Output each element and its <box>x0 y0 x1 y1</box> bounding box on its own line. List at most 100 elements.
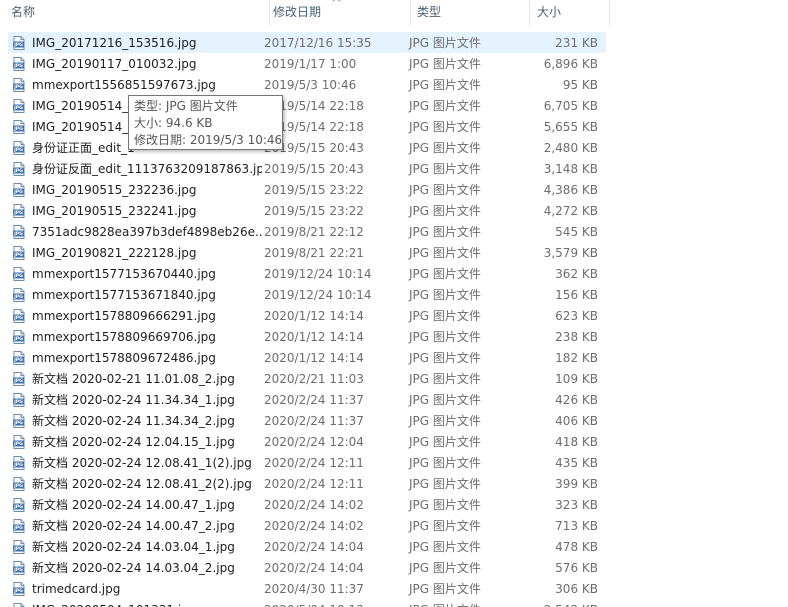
file-size: 306 KB <box>555 581 598 596</box>
file-type: JPG 图片文件 <box>409 435 481 449</box>
jpg-file-icon: JPG <box>13 77 25 92</box>
jpg-file-icon: JPG <box>13 413 25 428</box>
svg-text:JPG: JPG <box>13 42 23 48</box>
jpg-file-icon: JPG <box>13 560 25 575</box>
file-date: 2019/12/24 10:14 <box>264 266 372 281</box>
file-name-cell: JPG 新文档 2020-02-24 14.03.04_1.jpg <box>0 538 262 555</box>
file-name: 新文档 2020-02-24 14.03.04_2.jpg <box>32 561 235 575</box>
file-row[interactable]: JPG 新文档 2020-02-24 12.04.15_1.jpg 2020/2… <box>0 431 610 452</box>
file-date: 2019/5/14 22:18 <box>264 98 364 113</box>
file-row[interactable]: JPG IMG_20190821_222128.jpg 2019/8/21 22… <box>0 242 610 263</box>
file-row[interactable]: JPG 身份证反面_edit_1113763209187863.jpg 2019… <box>0 158 610 179</box>
file-name: 新文档 2020-02-24 14.00.47_2.jpg <box>32 519 235 533</box>
file-row[interactable]: JPG mmexport1578809672486.jpg 2020/1/12 … <box>0 347 610 368</box>
file-date: 2019/5/3 10:46 <box>264 77 357 92</box>
file-info-tooltip: 类型: JPG 图片文件 大小: 94.6 KB 修改日期: 2019/5/3 … <box>128 95 283 150</box>
jpg-file-icon: JPG <box>13 455 25 470</box>
jpg-file-icon: JPG <box>13 518 25 533</box>
file-name: IMG_20190514_2 <box>32 119 136 134</box>
column-header-name[interactable]: 名称 <box>0 0 270 26</box>
file-type: JPG 图片文件 <box>409 477 481 491</box>
file-type: JPG 图片文件 <box>409 246 481 260</box>
column-header-size[interactable]: 大小 <box>530 0 610 26</box>
file-row[interactable]: JPG 身份证正面_edit_1 2019/5/15 20:43 JPG 图片文… <box>0 137 610 158</box>
file-row[interactable]: JPG mmexport1556851597673.jpg 2019/5/3 1… <box>0 74 610 95</box>
file-row[interactable]: JPG 新文档 2020-02-24 14.00.47_2.jpg 2020/2… <box>0 515 610 536</box>
file-name: mmexport1578809666291.jpg <box>32 308 216 323</box>
file-row[interactable]: JPG IMG_20190514_2 2019/5/14 22:18 JPG 图… <box>0 95 610 116</box>
file-type: JPG 图片文件 <box>409 582 481 596</box>
svg-text:JPG: JPG <box>13 546 23 552</box>
file-row[interactable]: JPG 7351adc9828ea397b3def4898eb26e... 20… <box>0 221 610 242</box>
column-header-type[interactable]: 类型 <box>411 0 530 26</box>
svg-text:JPG: JPG <box>13 252 23 258</box>
file-row[interactable]: JPG 新文档 2020-02-24 12.08.41_2(2).jpg 202… <box>0 473 610 494</box>
jpg-file-icon: JPG <box>13 581 25 596</box>
svg-text:JPG: JPG <box>13 567 23 573</box>
file-row[interactable]: JPG IMG_20171216_153516.jpg 2017/12/16 1… <box>0 32 610 53</box>
svg-text:JPG: JPG <box>13 483 23 489</box>
file-name-cell: JPG IMG_20190117_010032.jpg <box>0 56 262 72</box>
file-type: JPG 图片文件 <box>406 601 525 607</box>
file-name: IMG_20171216_153516.jpg <box>32 35 197 50</box>
file-row[interactable]: JPG 新文档 2020-02-24 14.03.04_1.jpg 2020/2… <box>0 536 610 557</box>
file-type: JPG 图片文件 <box>409 393 481 407</box>
file-row[interactable]: JPG 新文档 2020-02-21 11.01.08_2.jpg 2020/2… <box>0 368 610 389</box>
file-name-cell: JPG 新文档 2020-02-24 14.00.47_1.jpg <box>0 496 262 513</box>
svg-text:JPG: JPG <box>13 378 23 384</box>
file-size: 418 KB <box>555 434 598 449</box>
file-row[interactable]: JPG IMG_20190515_232241.jpg 2019/5/15 23… <box>0 200 610 221</box>
jpg-file-icon: JPG <box>13 56 25 71</box>
file-name: mmexport1578809672486.jpg <box>32 350 216 365</box>
file-size: 4,272 KB <box>543 203 598 218</box>
file-row[interactable]: JPG 新文档 2020-02-24 14.00.47_1.jpg 2020/2… <box>0 494 610 515</box>
file-size: 478 KB <box>555 539 598 554</box>
file-row[interactable]: JPG 新文档 2020-02-24 11.34.34_2.jpg 2020/2… <box>0 410 610 431</box>
file-name-cell: JPG 新文档 2020-02-24 14.03.04_2.jpg <box>0 559 262 576</box>
file-row[interactable]: JPG IMG_20190117_010032.jpg 2019/1/17 1:… <box>0 53 610 74</box>
file-name-cell: JPG 7351adc9828ea397b3def4898eb26e... <box>0 224 262 240</box>
file-type: JPG 图片文件 <box>409 351 481 365</box>
svg-text:JPG: JPG <box>13 210 23 216</box>
file-type: JPG 图片文件 <box>409 561 481 575</box>
jpg-file-icon: JPG <box>13 266 25 281</box>
file-row[interactable]: JPG mmexport1578809669706.jpg 2020/1/12 … <box>0 326 610 347</box>
file-size: 109 KB <box>555 371 598 386</box>
file-row[interactable]: JPG 新文档 2020-02-24 11.34.34_1.jpg 2020/2… <box>0 389 610 410</box>
sort-ascending-icon: ︿ <box>332 0 341 5</box>
file-size: 3,579 KB <box>543 245 598 260</box>
file-size: 323 KB <box>555 497 598 512</box>
file-row[interactable]: JPG mmexport1578809666291.jpg 2020/1/12 … <box>0 305 610 326</box>
jpg-file-icon: JPG <box>13 539 25 554</box>
file-name: 新文档 2020-02-24 14.00.47_1.jpg <box>32 498 235 512</box>
file-row[interactable]: JPG IMG_20190514_2 2019/5/14 22:18 JPG 图… <box>0 116 610 137</box>
file-row[interactable]: JPG mmexport1577153671840.jpg 2019/12/24… <box>0 284 610 305</box>
file-size: 435 KB <box>555 455 598 470</box>
file-date: 2020/2/24 14:04 <box>264 539 364 554</box>
jpg-file-icon: JPG <box>13 161 25 176</box>
file-date: 2019/5/15 23:22 <box>264 182 364 197</box>
file-row[interactable]: JPG mmexport1577153670440.jpg 2019/12/24… <box>0 263 610 284</box>
file-type: JPG 图片文件 <box>409 372 481 386</box>
file-type: JPG 图片文件 <box>409 288 481 302</box>
file-date: 2019/12/24 10:14 <box>264 287 372 302</box>
file-name: trimedcard.jpg <box>32 581 121 596</box>
file-name-cell: JPG mmexport1578809672486.jpg <box>0 350 262 366</box>
file-size: 4,386 KB <box>543 182 598 197</box>
file-row[interactable]: JPG IMG_20190515_232236.jpg 2019/5/15 23… <box>0 179 610 200</box>
file-date: 2020/2/21 11:03 <box>264 371 364 386</box>
file-row[interactable]: JPG 新文档 2020-02-24 14.03.04_2.jpg 2020/2… <box>0 557 610 578</box>
file-date: 2020/1/12 14:14 <box>264 350 364 365</box>
file-row[interactable]: JPG 新文档 2020-02-24 12.08.41_1(2).jpg 202… <box>0 452 610 473</box>
file-row[interactable]: JPG IMG_20200504_101331.jpg 2020/5/04 10… <box>0 599 610 607</box>
jpg-file-icon: JPG <box>13 371 25 386</box>
file-name-cell: JPG 新文档 2020-02-24 12.08.41_2(2).jpg <box>0 475 262 492</box>
svg-text:JPG: JPG <box>13 357 23 363</box>
jpg-file-icon: JPG <box>13 329 25 344</box>
file-row[interactable]: JPG trimedcard.jpg 2020/4/30 11:37 JPG 图… <box>0 578 610 599</box>
file-size: 713 KB <box>555 518 598 533</box>
file-type: JPG 图片文件 <box>409 456 481 470</box>
file-name: IMG_20190515_232236.jpg <box>32 182 197 197</box>
svg-text:JPG: JPG <box>13 105 23 111</box>
column-header-date[interactable]: ︿ 修改日期 <box>270 0 411 26</box>
